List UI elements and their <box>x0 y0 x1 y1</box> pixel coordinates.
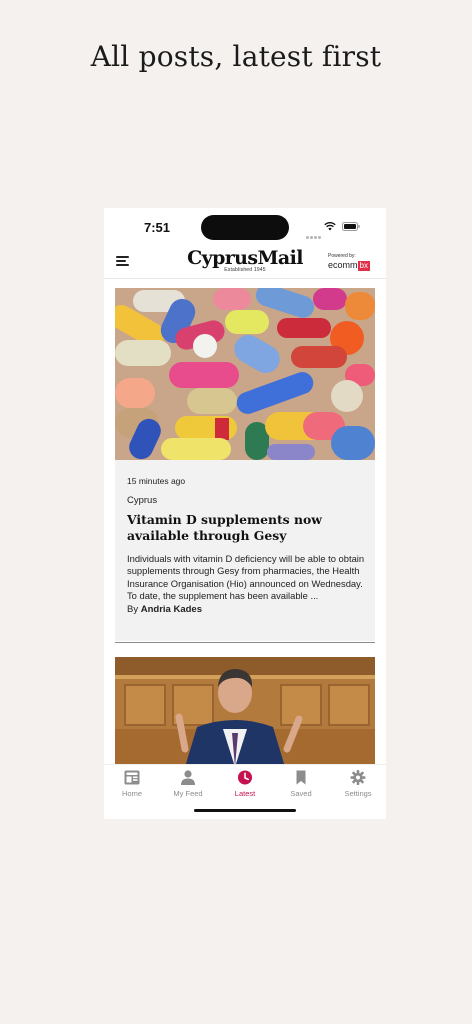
tab-settings[interactable]: Settings <box>330 770 386 798</box>
tab-settings-label: Settings <box>344 789 372 798</box>
battery-icon <box>342 222 360 231</box>
tab-saved-label: Saved <box>290 789 312 798</box>
article-image-pills <box>115 288 375 460</box>
tab-my-feed-label: My Feed <box>173 789 203 798</box>
logo-text: CyprusMail <box>187 247 303 269</box>
tab-saved[interactable]: Saved <box>273 770 329 798</box>
article-title[interactable]: Vitamin D supplements now available thro… <box>127 512 365 544</box>
gear-icon <box>350 770 366 785</box>
bookmark-icon <box>296 770 306 785</box>
tab-latest-label: Latest <box>234 789 256 798</box>
article-timestamp: 15 minutes ago <box>127 476 186 486</box>
signal-icon <box>306 226 322 244</box>
powered-by-label: Powered by: <box>328 253 356 259</box>
home-newspaper-icon <box>124 770 140 785</box>
article-card[interactable]: 15 minutes ago Cyprus Vitamin D suppleme… <box>115 288 375 641</box>
powered-brand-badge: bx <box>357 261 370 271</box>
article-image-parliament <box>115 657 375 764</box>
hamburger-menu-icon[interactable] <box>116 256 129 266</box>
status-bar: 7:51 <box>104 208 386 246</box>
article-author[interactable]: Andria Kades <box>141 604 202 615</box>
article-body: 15 minutes ago Cyprus Vitamin D suppleme… <box>127 476 365 615</box>
article-excerpt: Individuals with vitamin D deficiency wi… <box>127 553 365 602</box>
wifi-icon <box>324 221 336 231</box>
home-indicator[interactable] <box>194 809 296 812</box>
tab-latest[interactable]: Latest <box>217 770 273 798</box>
status-time: 7:51 <box>144 220 171 235</box>
byline-prefix: By <box>127 603 139 615</box>
article-feed[interactable]: 15 minutes ago Cyprus Vitamin D suppleme… <box>115 288 375 764</box>
powered-by: Powered by: ecomm bx <box>328 253 378 271</box>
ecommbx-logo: ecomm bx <box>328 260 378 271</box>
article-divider <box>115 642 375 643</box>
person-icon <box>181 770 195 785</box>
tab-my-feed[interactable]: My Feed <box>160 770 216 798</box>
cyprus-mail-logo[interactable]: CyprusMail Established 1945 <box>175 247 315 273</box>
dynamic-island <box>201 215 289 240</box>
app-header: CyprusMail Established 1945 Powered by: … <box>104 246 386 279</box>
powered-brand: ecomm <box>328 260 358 270</box>
article-byline: By Andria Kades <box>127 604 365 615</box>
phone-screen: 7:51 CyprusMail Established 1945 Powered… <box>104 208 386 819</box>
clock-icon <box>237 770 253 785</box>
tab-home-label: Home <box>121 789 142 798</box>
page-caption: All posts, latest first <box>90 40 382 73</box>
tab-home[interactable]: Home <box>104 770 160 798</box>
article-category[interactable]: Cyprus <box>127 495 365 506</box>
